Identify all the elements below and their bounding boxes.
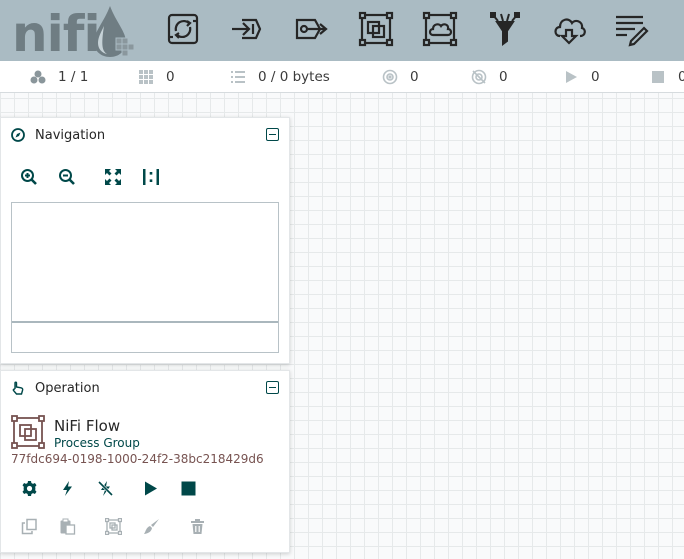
not-transmitting-count: 0: [499, 69, 508, 85]
navigation-title: Navigation: [35, 127, 106, 143]
add-remote-process-group-button[interactable]: [420, 9, 460, 49]
cluster-count: 1 / 1: [58, 69, 89, 85]
processor-icon: [167, 13, 199, 45]
nifi-logo: nifi: [12, 5, 135, 58]
template-icon: [554, 18, 586, 45]
stopped-icon: [652, 71, 664, 83]
queued-count: 0 / 0 bytes: [258, 69, 330, 85]
change-color-button[interactable]: [140, 515, 162, 537]
transmitting-status: 0: [382, 61, 419, 93]
operation-header: Operation: [11, 371, 100, 405]
trash-icon: [190, 518, 204, 534]
selection-id: 77fdc694-0198-1000-24f2-38bc218429d6: [11, 452, 264, 466]
threads-icon: [139, 70, 153, 84]
label-icon: [616, 15, 649, 47]
running-status: 0: [563, 61, 600, 93]
disable-button[interactable]: [94, 477, 116, 499]
birdseye-view[interactable]: [11, 202, 279, 353]
zoom-in-icon: [21, 169, 37, 185]
paint-brush-icon: [143, 518, 159, 534]
zoom-out-icon: [59, 169, 75, 185]
status-bar: 1 / 1 0 0 / 0 bytes 0 0 0 0: [0, 61, 684, 93]
add-process-group-button[interactable]: [356, 9, 396, 49]
paste-icon: [60, 518, 75, 535]
copy-button[interactable]: [18, 515, 40, 537]
actual-size-icon: [143, 169, 159, 185]
top-header: nifi: [0, 0, 684, 61]
add-input-port-button[interactable]: [226, 9, 266, 49]
fit-screen-icon: [105, 169, 121, 185]
cluster-icon: [30, 70, 46, 84]
navigation-collapse-button[interactable]: [266, 128, 279, 141]
running-icon: [566, 71, 577, 83]
enable-button[interactable]: [56, 477, 78, 499]
start-button[interactable]: [139, 477, 161, 499]
gear-icon: [22, 480, 36, 496]
zoom-out-button[interactable]: [56, 166, 78, 188]
navigation-panel: Navigation: [0, 117, 290, 364]
input-port-icon: [232, 18, 262, 40]
process-group-icon: [358, 11, 394, 47]
configure-button[interactable]: [18, 477, 40, 499]
cluster-status: 1 / 1: [30, 61, 88, 93]
selection-type: Process Group: [54, 436, 140, 450]
compass-icon: [11, 128, 25, 142]
group-button[interactable]: [102, 515, 124, 537]
add-label-button[interactable]: [611, 9, 651, 49]
stop-icon: [181, 481, 195, 495]
stopped-status: 0: [650, 61, 684, 93]
stopped-count: 0: [678, 69, 684, 85]
lightning-bolt-icon: [62, 480, 72, 496]
paste-button[interactable]: [56, 515, 78, 537]
play-icon: [144, 481, 157, 495]
operation-title: Operation: [35, 380, 100, 396]
queued-status: 0 / 0 bytes: [230, 61, 330, 93]
operation-panel: Operation NiFi Flow Process Group 77fdc6…: [0, 370, 290, 553]
active-threads-count: 0: [166, 69, 175, 85]
add-template-button[interactable]: [549, 9, 589, 49]
delete-button[interactable]: [186, 515, 208, 537]
running-count: 0: [591, 69, 600, 85]
operation-collapse-button[interactable]: [266, 381, 279, 394]
lightning-bolt-disabled-icon: [97, 480, 113, 496]
transmitting-icon: [382, 69, 398, 85]
logo-text: nifi: [12, 5, 100, 58]
actual-size-button[interactable]: [140, 166, 162, 188]
birdseye-viewport-divider: [12, 321, 278, 323]
remote-process-group-icon: [422, 11, 458, 47]
not-transmitting-status: 0: [471, 61, 508, 93]
active-threads-status: 0: [138, 61, 175, 93]
group-icon: [104, 517, 122, 535]
selection-name: NiFi Flow: [54, 417, 121, 435]
add-funnel-button[interactable]: [485, 9, 525, 49]
copy-icon: [21, 518, 37, 534]
transmitting-count: 0: [410, 69, 419, 85]
stop-button[interactable]: [177, 477, 199, 499]
navigation-header: Navigation: [11, 118, 105, 152]
fit-to-screen-button[interactable]: [102, 166, 124, 188]
pointer-hand-icon: [12, 381, 24, 395]
process-group-icon: [11, 415, 45, 449]
add-output-port-button[interactable]: [291, 9, 331, 49]
output-port-icon: [295, 18, 328, 40]
add-processor-button[interactable]: [163, 9, 203, 49]
funnel-icon: [490, 12, 520, 46]
not-transmitting-icon: [471, 69, 487, 85]
queue-icon: [231, 71, 245, 83]
zoom-in-button[interactable]: [18, 166, 40, 188]
